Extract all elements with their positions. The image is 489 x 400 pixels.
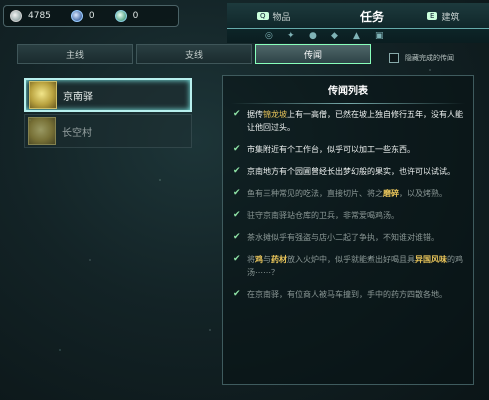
check-icon: ✔ [233,254,241,264]
gem-resource: 0 [70,10,95,22]
check-icon: ✔ [233,166,241,176]
leaf-icon [114,10,127,22]
rumor-text-part: 京南地方有个园圃曾经长出梦幻般的果实，也许可以试试。 [247,167,455,176]
rumor-text: 茶水摊似乎有强盗与店小二起了争执，不知谁对谁错。 [247,231,439,244]
swirl-icon: ◎ [265,31,273,41]
title-divider [231,103,465,104]
tab-quests-label: 任务 [359,9,384,24]
check-icon: ✔ [233,289,241,299]
rumor-text-part: ，以及烤熟。 [399,189,447,198]
quest-item-changkong[interactable]: 长空村 [24,114,192,148]
rumor-text: 市集附近有个工作台，似乎可以加工一些东西。 [247,143,415,156]
tab-side-quests[interactable]: 支线 [136,44,252,64]
tree-icon: ▲ [353,31,360,41]
check-icon: ✔ [233,210,241,220]
rumor-entry: ✔ 市集附近有个工作台，似乎可以加工一些东西。 [233,143,463,156]
rumor-text: 驻守京南驿站仓库的卫兵，非常爱喝鸡汤。 [247,209,399,222]
check-icon: ✔ [233,109,241,119]
rumor-list: ✔ 据传锦龙坡上有一高僧，已然在坡上独自修行五年，没有人能让他回过头。 ✔ 市集附近有… [223,106,473,301]
hide-completed-toggle[interactable]: 隐藏完成的传闻 [389,53,454,63]
coin-count: 4785 [28,11,51,21]
check-icon: ✔ [233,232,241,242]
rumor-text-part: 驻守京南驿站仓库的卫兵，非常爱喝鸡汤。 [247,211,399,220]
rumor-text: 将鸡与药材放入火炉中，似乎就能煮出好喝且具异国风味的鸡汤⋯⋯？ [247,253,463,279]
tab-buildings-label: 建筑 [441,12,460,23]
highlight-keyword: 锦龙坡 [263,110,287,119]
rumor-entry: ✔ 京南地方有个园圃曾经长出梦幻般的果实，也许可以试试。 [233,165,463,178]
tab-buildings[interactable]: E 建筑 [427,6,459,26]
gem-count: 0 [88,11,95,21]
star-icon: ✦ [287,31,295,41]
quest-thumbnail [29,81,57,109]
hide-completed-label: 隐藏完成的传闻 [405,54,454,62]
quest-name: 长空村 [62,127,92,139]
check-icon: ✔ [233,144,241,154]
orb-icon: ● [309,31,317,41]
rumor-entry: ✔ 据传锦龙坡上有一高僧，已然在坡上独自修行五年，没有人能让他回过头。 [233,108,463,134]
highlight-keyword: 异国风味 [415,255,447,264]
rumor-entry: ✔ 将鸡与药材放入火炉中，似乎就能煮出好喝且具异国风味的鸡汤⋯⋯？ [233,253,463,279]
rumor-text-part: 鱼有三种常见的吃法，直接切片、将之 [247,189,383,198]
leaf-resource: 0 [114,10,139,22]
rumor-text-part: 市集附近有个工作台，似乎可以加工一些东西。 [247,145,415,154]
quest-thumbnail [28,117,56,145]
highlight-keyword: 药材 [271,255,287,264]
rumor-text: 据传锦龙坡上有一高僧，已然在坡上独自修行五年，没有人能让他回过头。 [247,108,463,134]
check-icon: ✔ [233,188,241,198]
rumor-text-part: 将 [247,255,255,264]
main-tabs: Q 物品 任务 E 建筑 [227,3,489,29]
items-hotkey: Q [257,12,269,20]
rumor-entry: ✔ 茶水摊似乎有强盗与店小二起了争执，不知谁对谁错。 [233,231,463,244]
resource-bar: 4785 0 0 [3,5,179,27]
panel-title: 传闻列表 [328,86,368,97]
rumor-text: 京南地方有个园圃曾经长出梦幻般的果实，也许可以试试。 [247,165,455,178]
rumor-text: 在京南驿，有位商人被马车撞到，手中的药方四散各地。 [247,288,447,301]
decorative-icon-strip: ◎ ✦ ● ◆ ▲ ▣ [227,29,489,43]
rumor-text-part: 放入火炉中，似乎就能煮出好喝且具 [287,255,415,264]
tab-quests[interactable]: 任务 [337,6,407,26]
leaf-count: 0 [132,11,139,21]
hide-completed-checkbox[interactable] [389,53,399,63]
quest-name: 京南驿 [63,91,93,103]
gem-icon [70,10,83,22]
quest-category-tabs: 主线 支线 传闻 [17,44,374,64]
rumor-text-part: 据传 [247,110,263,119]
tab-items[interactable]: Q 物品 [257,6,291,26]
quest-item-jingnan[interactable]: 京南驿 [24,78,192,112]
book-icon: ▣ [375,31,384,41]
rumor-entry: ✔ 鱼有三种常见的吃法，直接切片、将之磨碎，以及烤熟。 [233,187,463,200]
rumor-entry: ✔ 在京南驿，有位商人被马车撞到，手中的药方四散各地。 [233,288,463,301]
rumor-entry: ✔ 驻守京南驿站仓库的卫兵，非常爱喝鸡汤。 [233,209,463,222]
stone-icon: ◆ [331,31,338,41]
coin-resource: 4785 [10,10,51,22]
tab-main-quests[interactable]: 主线 [17,44,133,64]
rumor-text-part: 茶水摊似乎有强盗与店小二起了争执，不知谁对谁错。 [247,233,439,242]
rumor-text: 鱼有三种常见的吃法，直接切片、将之磨碎，以及烤熟。 [247,187,447,200]
highlight-keyword: 鸡 [255,255,263,264]
build-hotkey: E [427,12,438,20]
rumor-detail-panel: 传闻列表 ✔ 据传锦龙坡上有一高僧，已然在坡上独自修行五年，没有人能让他回过头。 ✔… [222,75,474,385]
coin-icon [10,10,22,22]
highlight-keyword: 磨碎 [383,189,399,198]
rumor-text-part: 与 [263,255,271,264]
tab-items-label: 物品 [272,12,291,23]
rumor-text-part: 在京南驿，有位商人被马车撞到，手中的药方四散各地。 [247,290,447,299]
tab-rumors[interactable]: 传闻 [255,44,371,64]
